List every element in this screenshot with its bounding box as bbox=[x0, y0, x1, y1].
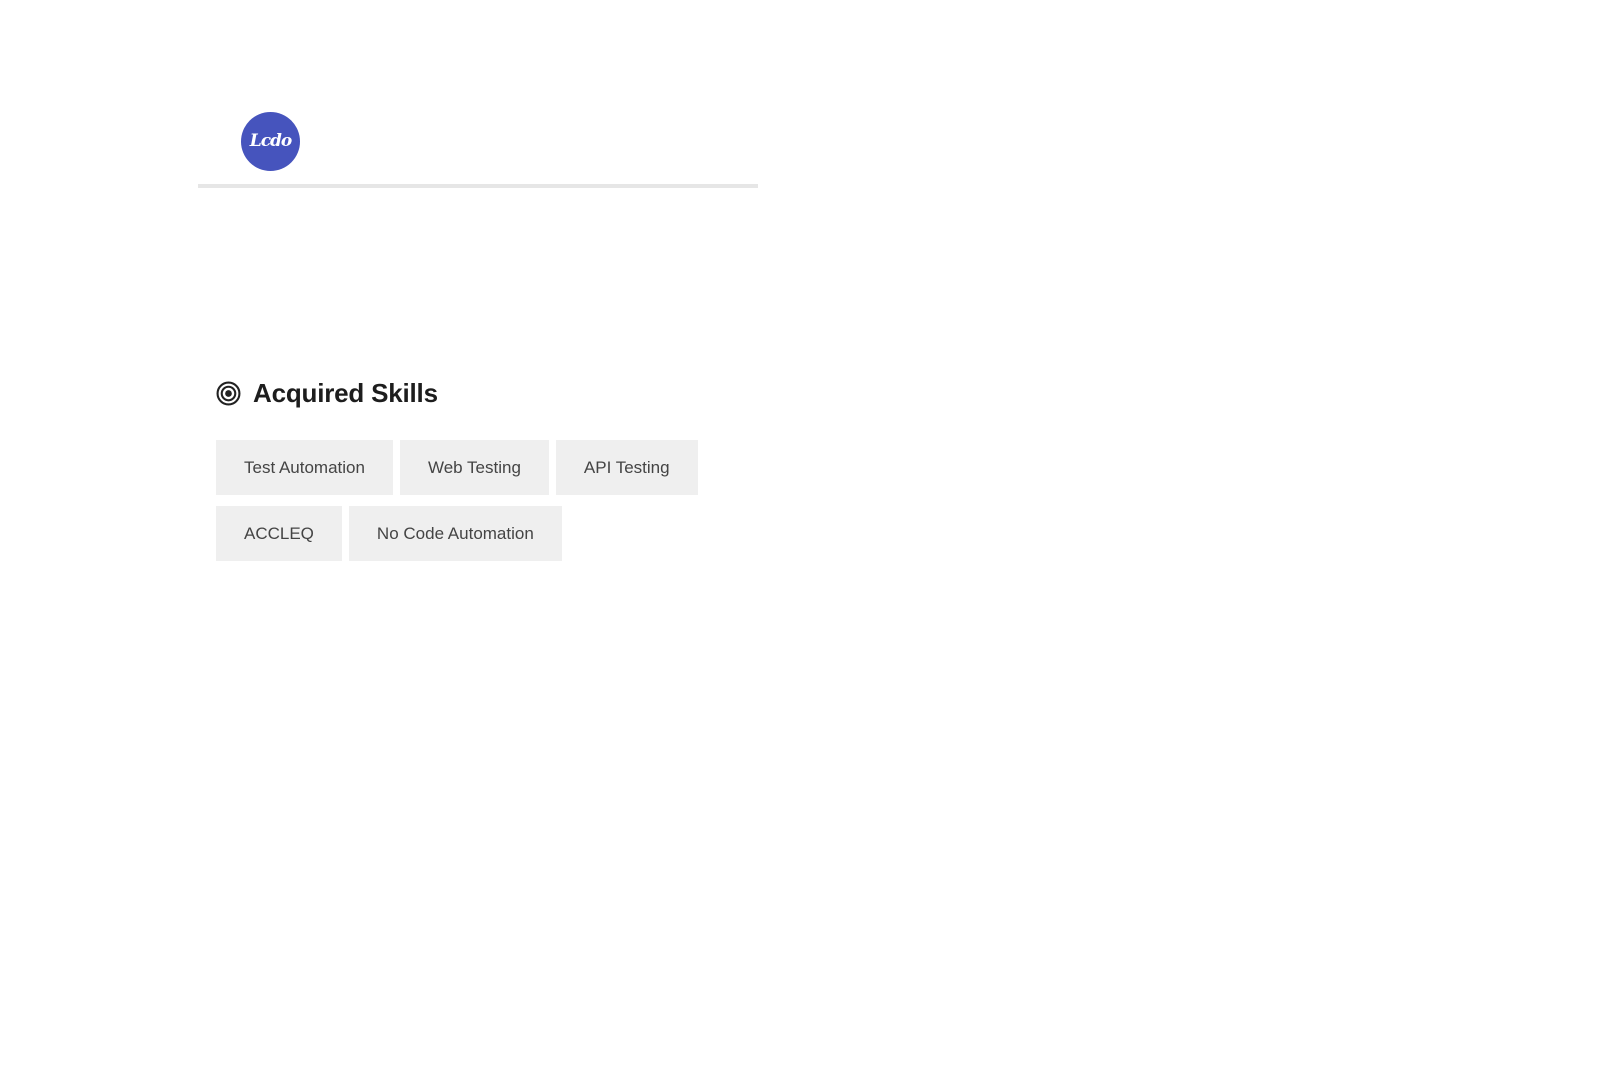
page: Lcdo Acquired Skills Test Automation Web… bbox=[0, 0, 1600, 1080]
profile-header: Lcdo bbox=[198, 96, 758, 188]
skill-tag[interactable]: No Code Automation bbox=[348, 506, 562, 561]
skill-tag-row: Test Automation Web Testing API Testing bbox=[216, 440, 761, 495]
skill-tags: Test Automation Web Testing API Testing … bbox=[216, 440, 761, 561]
section-heading: Acquired Skills bbox=[253, 377, 438, 408]
logo-avatar-icon: Lcdo bbox=[249, 130, 293, 151]
header-divider bbox=[198, 184, 758, 188]
skill-tag[interactable]: Test Automation bbox=[216, 440, 393, 495]
acquired-skills-section: Acquired Skills Test Automation Web Test… bbox=[216, 372, 776, 572]
section-title: Acquired Skills bbox=[216, 372, 776, 414]
skill-tag-row: ACCLEQ No Code Automation bbox=[216, 506, 761, 561]
skill-tag[interactable]: Web Testing bbox=[399, 440, 549, 495]
avatar[interactable]: Lcdo bbox=[241, 112, 300, 171]
skill-tag[interactable]: API Testing bbox=[555, 440, 698, 495]
skill-tag[interactable]: ACCLEQ bbox=[216, 506, 342, 561]
target-icon bbox=[216, 381, 241, 405]
